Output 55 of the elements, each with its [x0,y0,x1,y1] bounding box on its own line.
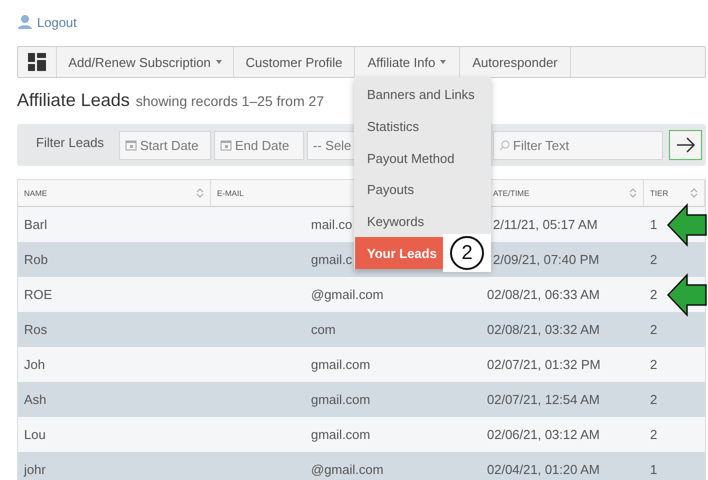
logout-link[interactable]: Logout [37,14,77,30]
menu-item[interactable]: Statistics [355,110,491,142]
page-title: Affiliate Leads [17,90,130,111]
table-cell: 02/08/21, 03:32 AM [487,322,600,337]
nav-tab[interactable]: Customer Profile [234,47,355,77]
search-icon [499,140,510,150]
table-cell: @gmail.com [311,462,384,477]
table-cell: 2 [650,392,658,407]
column-header[interactable]: NAME [18,180,211,207]
column-header[interactable]: TIER [644,180,705,207]
table-cell: 2 [650,427,658,442]
table-cell: 02/04/21, 01:20 AM [487,462,600,477]
start-date-field[interactable]: Start Date [119,130,211,160]
step-badge: 2 [443,234,491,272]
arrow-right-icon [676,137,696,153]
table-cell: gmail.com [311,392,370,407]
table-cell: 2/09/21, 07:40 PM [493,252,600,267]
table-cell: ROE [24,287,52,302]
table-cell: 2 [650,252,658,267]
table-cell: 2/11/21, 05:17 AM [493,217,598,232]
table-cell: 02/08/21, 06:33 AM [487,287,600,302]
table-cell: 02/06/21, 03:12 AM [487,427,600,442]
table-cell: Barl [24,217,48,232]
table-cell: gmail.c [311,252,352,267]
table-cell: Ash [24,392,46,407]
menu-item[interactable]: Banners and Links [355,79,491,111]
table-cell: gmail.com [311,427,370,442]
table-cell: Ros [24,322,48,337]
grid-icon[interactable] [28,53,46,71]
submit-button[interactable] [669,130,702,160]
table-cell: gmail.com [311,357,370,372]
menu-item[interactable]: Payout Method [355,142,491,174]
table-cell: 02/07/21, 01:32 PM [487,357,600,372]
table-cell: @gmail.com [311,287,384,302]
table-cell: 1 [650,217,658,232]
table-cell: 02/07/21, 12:54 AM [487,392,600,407]
table-cell: Joh [24,357,45,372]
calendar-icon [125,139,137,151]
table-cell: mail.co [311,217,352,232]
table-cell: Rob [24,252,48,267]
record-count: showing records 1–25 from 27 [136,93,324,109]
table-cell: 2 [650,287,658,302]
calendar-icon [220,139,232,151]
table-cell: 2 [650,357,658,372]
table-cell: Lou [24,427,46,442]
user-icon [17,14,33,30]
filter-label: Filter Leads [36,134,105,150]
table-cell: 2 [650,322,658,337]
end-date-field[interactable]: End Date [214,130,304,160]
table-cell: com [311,322,336,337]
menu-item[interactable]: Your Leads [355,237,443,270]
filter-text-field[interactable]: Filter Text [493,130,663,160]
nav-tab[interactable]: Add/Renew Subscription [57,47,234,77]
table-cell: johr [24,462,46,477]
table-cell: 1 [650,462,658,477]
